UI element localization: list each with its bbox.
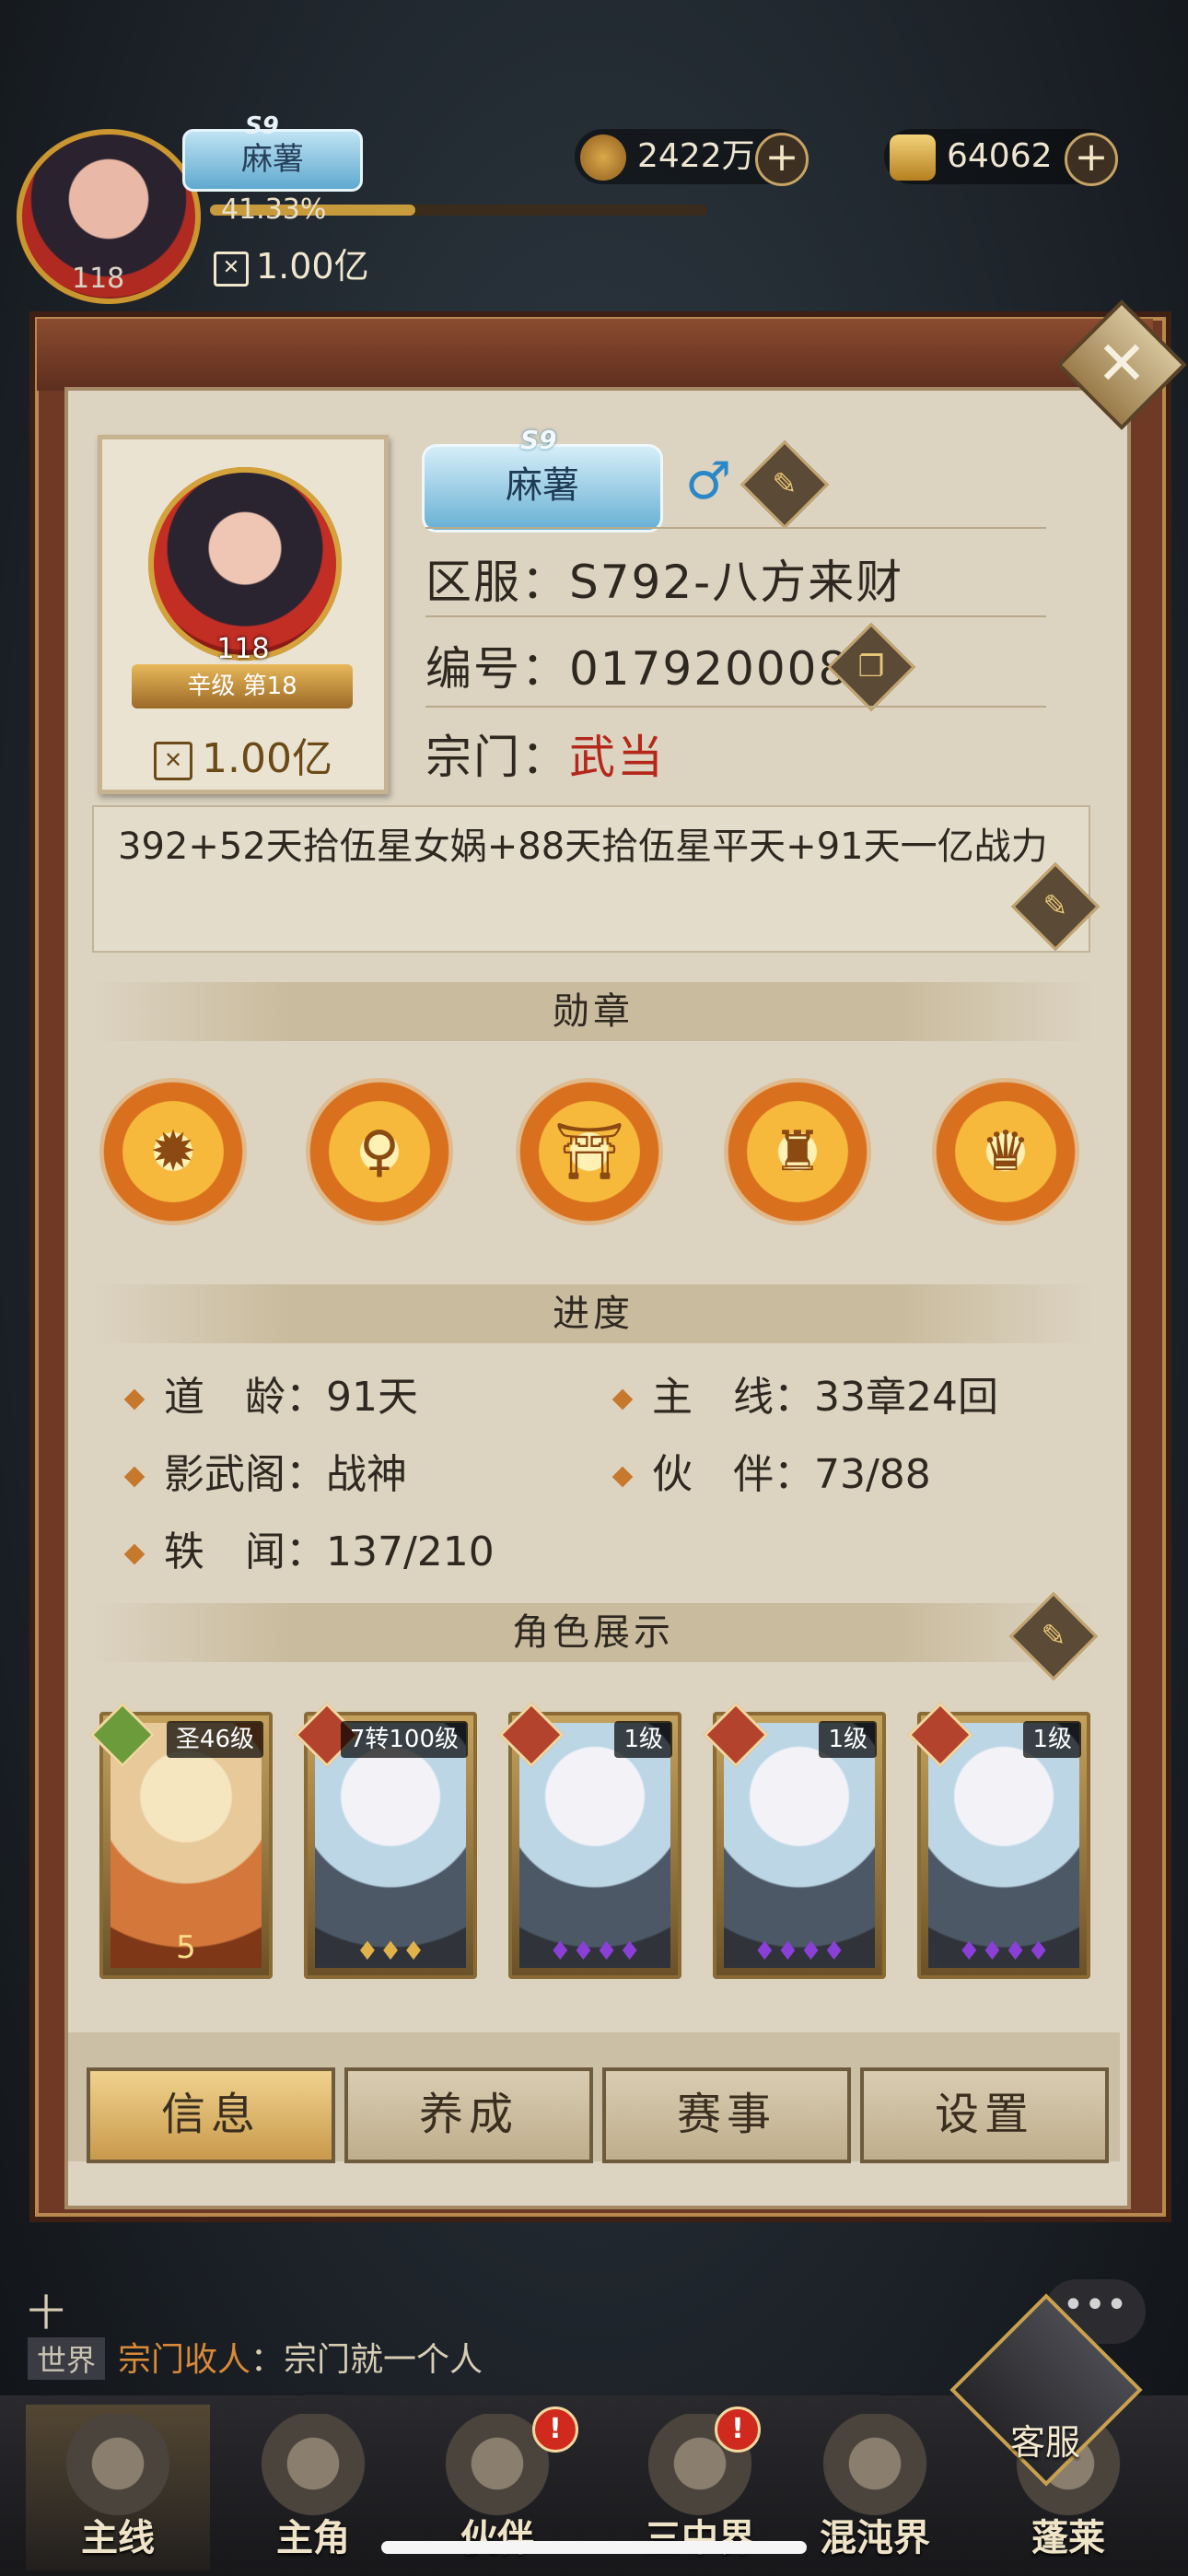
exp-percent: 41.33% xyxy=(221,193,327,226)
card-level: 1级 xyxy=(1023,1721,1081,1758)
card-stars: ♦♦♦♦ xyxy=(548,1936,642,1966)
portrait-avatar xyxy=(148,467,342,661)
pagoda-icon: ♜ xyxy=(773,1119,822,1184)
card-level: 1级 xyxy=(614,1721,672,1758)
copy-icon: ❐ xyxy=(857,649,885,684)
tab-settings[interactable]: 设置 xyxy=(860,2067,1109,2163)
signature-box: 392+52天拾伍星女娲+88天拾伍星平天+91天一亿战力 xyxy=(92,805,1090,953)
progress-section-title: 进度 xyxy=(92,1284,1094,1343)
add-copper-button[interactable]: + xyxy=(755,133,809,186)
combat-power: ✕ 1.00亿 xyxy=(214,238,369,288)
nav-main-line[interactable]: 主线 xyxy=(26,2405,210,2570)
anecdotes-count: 轶 闻：137/210 xyxy=(127,1518,495,1577)
copper-amount: 2422万 xyxy=(637,137,755,175)
home-indicator[interactable] xyxy=(381,2541,807,2554)
gold-resource: 64062 + xyxy=(884,129,1118,186)
character-card[interactable]: 圣46级 5 xyxy=(89,1702,273,1979)
character-card[interactable]: 1级 ♦♦♦♦ xyxy=(498,1702,681,1979)
brush-icon: ✎ xyxy=(1041,1618,1066,1653)
tab-events[interactable]: 赛事 xyxy=(602,2067,851,2163)
chat-message[interactable]: 世界 宗门收人：宗门就一个人 xyxy=(28,2333,483,2381)
card-level: 7转100级 xyxy=(340,1721,468,1758)
showcase-section-title: 角色展示 xyxy=(92,1603,1094,1662)
sect-name[interactable]: 武当 xyxy=(569,731,665,784)
panel-header xyxy=(37,319,1153,391)
flame-beast-icon: ✹ xyxy=(149,1119,197,1184)
temple-icon: ⛩ xyxy=(553,1119,625,1184)
maiden-icon: ♀ xyxy=(359,1119,400,1184)
tab-cultivation[interactable]: 养成 xyxy=(344,2067,593,2163)
card-stars: 5 xyxy=(176,1929,196,1966)
name-badge: S9 麻薯 xyxy=(422,425,663,533)
partners-count: 伙 伴：73/88 xyxy=(615,1441,931,1500)
male-icon: ♂ xyxy=(685,451,732,511)
chat-speaker: 宗门收人 xyxy=(118,2341,251,2379)
deity-icon: ♛ xyxy=(981,1119,1031,1184)
customer-service-label: 客服 xyxy=(1009,2422,1080,2463)
server-tag: S9 xyxy=(245,112,279,140)
card-stars: ♦♦♦♦ xyxy=(957,1936,1051,1966)
add-gold-button[interactable]: + xyxy=(1065,133,1118,186)
chat-partial-line: 十 xyxy=(28,2292,64,2335)
character-portrait xyxy=(928,1723,1079,1968)
portrait-card[interactable]: 118 辛级 第18 ✕ 1.00亿 xyxy=(98,435,389,794)
gold-ingot-icon xyxy=(890,135,936,181)
portrait-power: ✕ 1.00亿 xyxy=(102,725,384,784)
portrait-level: 118 xyxy=(216,633,270,665)
card-level: 圣46级 xyxy=(166,1721,263,1758)
character-portrait xyxy=(519,1723,670,1968)
main-line-progress: 主 线：33章24回 xyxy=(615,1364,998,1423)
tab-info[interactable]: 信息 xyxy=(87,2067,335,2163)
copper-coin-icon xyxy=(580,135,626,181)
gold-amount: 64062 xyxy=(947,137,1053,175)
card-level: 1级 xyxy=(819,1721,877,1758)
realms-alert-badge: ! xyxy=(715,2406,761,2453)
divider xyxy=(425,706,1046,708)
server-info: 区服：S792-八方来财 xyxy=(425,556,904,609)
medal-4[interactable]: ♜ xyxy=(724,1078,871,1225)
server-tag: S9 xyxy=(520,425,557,455)
character-portrait xyxy=(315,1723,466,1968)
medal-2[interactable]: ♀ xyxy=(306,1078,453,1225)
close-icon: ✕ xyxy=(1096,328,1147,399)
medal-5[interactable]: ♛ xyxy=(932,1078,1079,1225)
brush-icon: ✎ xyxy=(772,466,798,501)
nav-hero[interactable]: 主角 xyxy=(221,2405,405,2570)
copper-resource: 2422万 + xyxy=(575,129,809,186)
player-name: 麻薯 xyxy=(241,141,304,178)
power-icon: ✕ xyxy=(154,742,193,780)
chat-channel: 世界 xyxy=(28,2337,106,2380)
sect-info: 宗门：武当 xyxy=(425,731,665,784)
chat-text: ：宗门就一个人 xyxy=(250,2341,483,2379)
divider xyxy=(425,527,1046,529)
medal-1[interactable]: ✹ xyxy=(99,1078,247,1225)
medal-3[interactable]: ⛩ xyxy=(516,1078,663,1225)
profile-name: 麻薯 xyxy=(506,464,579,507)
signature-text: 392+52天拾伍星女娲+88天拾伍星平天+91天一亿战力 xyxy=(118,825,1048,868)
power-icon: ✕ xyxy=(214,251,249,287)
medals-section-title: 勋章 xyxy=(92,982,1094,1041)
brush-icon: ✎ xyxy=(1042,888,1068,923)
dao-age: 道 龄：91天 xyxy=(127,1364,418,1423)
shadow-pavilion: 影武阁：战神 xyxy=(127,1441,407,1500)
player-level: 118 xyxy=(72,263,125,295)
partners-alert-badge: ! xyxy=(532,2406,578,2453)
card-stars: ♦♦♦ xyxy=(355,1936,425,1966)
divider xyxy=(425,615,1046,617)
rank-banner: 辛级 第18 xyxy=(132,664,353,708)
nav-chaos-realm[interactable]: 混沌界 xyxy=(783,2405,967,2570)
character-card[interactable]: 7转100级 ♦♦♦ xyxy=(294,1702,477,1979)
character-card[interactable]: 1级 ♦♦♦♦ xyxy=(703,1702,886,1979)
player-id: 编号：017920008 xyxy=(425,642,850,696)
card-stars: ♦♦♦♦ xyxy=(752,1936,846,1966)
character-card[interactable]: 1级 ♦♦♦♦ xyxy=(907,1702,1090,1979)
character-portrait xyxy=(724,1723,875,1968)
